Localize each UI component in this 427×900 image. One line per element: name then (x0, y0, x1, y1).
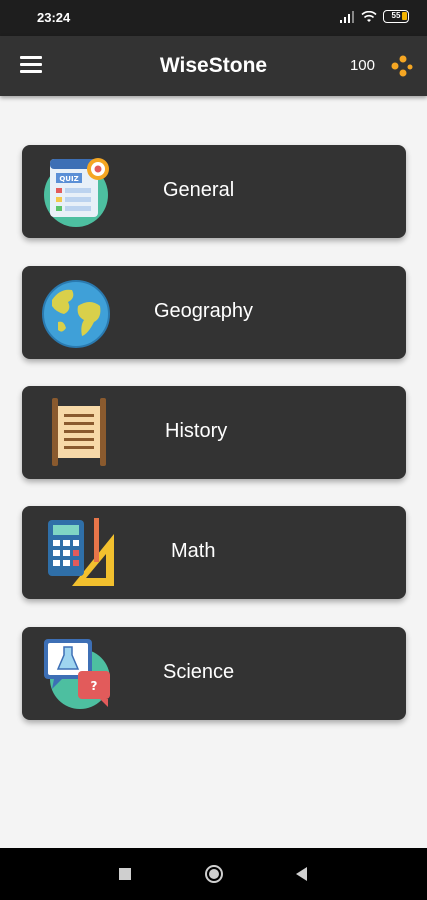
wifi-icon (361, 10, 377, 22)
battery-icon: 55 (383, 10, 409, 23)
category-card-math[interactable]: Math (22, 506, 406, 599)
recents-button[interactable] (113, 862, 137, 886)
svg-text:QUIZ: QUIZ (59, 175, 78, 183)
category-card-geography[interactable]: Geography (22, 266, 406, 359)
category-label-geography: Geography (154, 300, 253, 322)
category-label-history: History (165, 420, 228, 442)
home-button[interactable] (202, 862, 226, 886)
coins-icon[interactable] (389, 54, 413, 78)
flask-chat-icon: ? (44, 639, 110, 709)
calculator-icon (48, 518, 114, 586)
system-nav-bar (0, 848, 427, 900)
globe-icon (42, 280, 110, 348)
signal-icon (340, 10, 354, 23)
category-label-general: General (163, 179, 235, 201)
score-value: 100 (349, 57, 375, 74)
status-icons: 55 (339, 10, 409, 23)
quiz-icon: QUIZ (44, 158, 109, 227)
status-time: 23:24 (37, 10, 71, 25)
category-card-science[interactable]: ? Science (22, 627, 406, 720)
category-label-math: Math (171, 540, 216, 562)
scroll-icon (52, 398, 106, 466)
svg-text:?: ? (91, 679, 98, 693)
category-card-general[interactable]: QUIZ General (22, 145, 406, 238)
back-button[interactable] (290, 862, 314, 886)
app-bar: WiseStone 100 (0, 36, 427, 96)
battery-level: 55 (391, 11, 401, 20)
category-label-science: Science (163, 661, 235, 683)
status-bar: 23:24 55 (0, 0, 427, 36)
category-card-history[interactable]: History (22, 386, 406, 479)
